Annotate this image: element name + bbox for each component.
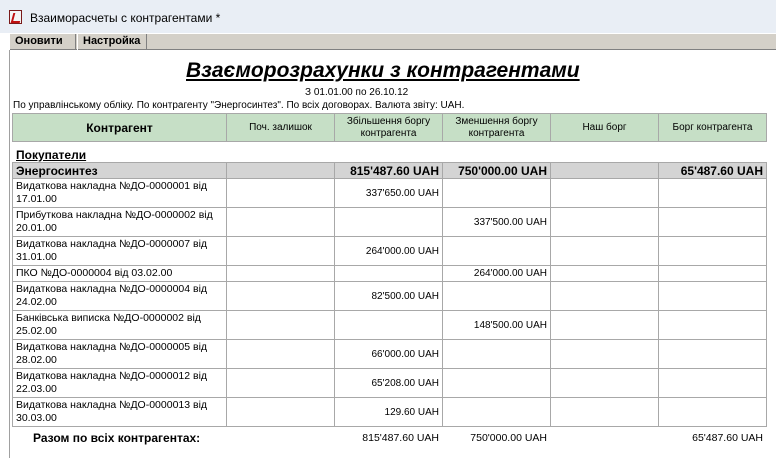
settlements-table: Контрагент Поч. залишок Збільшення боргу… — [12, 113, 767, 449]
table-row[interactable]: ПКО №ДО-0000004 від 03.02.00 264'000.00 … — [12, 265, 767, 282]
doc-increase: 66'000.00 UAH — [334, 339, 443, 369]
report-toolbar: Оновити Настройка — [9, 33, 776, 50]
total-cp-debt: 65'487.60 UAH — [692, 431, 763, 444]
report-title: Взаєморозрахунки з контрагентами — [186, 59, 580, 82]
doc-name: Видаткова накладна №ДО-0000007 від 31.01… — [12, 236, 227, 266]
doc-increase — [334, 207, 443, 237]
window-title: Взаиморасчеты с контрагентами * — [30, 11, 221, 25]
table-row[interactable]: Видаткова накладна №ДО-0000001 від 17.01… — [12, 178, 767, 208]
doc-decrease: 264'000.00 UAH — [442, 265, 551, 282]
counterparty-group-row[interactable]: Энергосинтез 815'487.60 UAH 750'000.00 U… — [12, 162, 767, 179]
doc-name: Прибуткова накладна №ДО-0000002 від 20.0… — [12, 207, 227, 237]
table-row[interactable]: Банківська виписка №ДО-0000002 від 25.02… — [12, 310, 767, 340]
group-decrease: 750'000.00 UAH — [442, 162, 551, 179]
group-cp-debt: 65'487.60 UAH — [658, 162, 767, 179]
doc-increase — [334, 310, 443, 340]
doc-increase — [334, 265, 443, 282]
doc-decrease — [442, 339, 551, 369]
table-row[interactable]: Прибуткова накладна №ДО-0000002 від 20.0… — [12, 207, 767, 237]
doc-name: Видаткова накладна №ДО-0000001 від 17.01… — [12, 178, 227, 208]
doc-increase: 264'000.00 UAH — [334, 236, 443, 266]
group-increase: 815'487.60 UAH — [334, 162, 443, 179]
total-decrease: 750'000.00 UAH — [470, 431, 547, 444]
section-row: Покупатели — [12, 141, 767, 163]
doc-decrease — [442, 281, 551, 311]
doc-increase: 65'208.00 UAH — [334, 368, 443, 398]
doc-decrease — [442, 236, 551, 266]
table-row[interactable]: Видаткова накладна №ДО-0000007 від 31.01… — [12, 236, 767, 266]
doc-name: Видаткова накладна №ДО-0000013 від 30.03… — [12, 397, 227, 427]
doc-decrease — [442, 368, 551, 398]
total-row: Разом по всіх контрагентах: 815'487.60 U… — [13, 427, 767, 449]
total-label: Разом по всіх контрагентах: — [33, 430, 201, 445]
doc-increase: 337'650.00 UAH — [334, 178, 443, 208]
doc-increase: 82'500.00 UAH — [334, 281, 443, 311]
doc-decrease — [442, 397, 551, 427]
report-params: По управлінському обліку. По контрагенту… — [13, 100, 465, 111]
doc-name: Банківська виписка №ДО-0000002 від 25.02… — [12, 310, 227, 340]
doc-increase: 129.60 UAH — [334, 397, 443, 427]
table-row[interactable]: Видаткова накладна №ДО-0000005 від 28.02… — [12, 339, 767, 369]
app-icon — [9, 10, 22, 24]
table-row[interactable]: Видаткова накладна №ДО-0000012 від 22.03… — [12, 368, 767, 398]
settings-button[interactable]: Настройка — [77, 34, 147, 50]
doc-name: Видаткова накладна №ДО-0000005 від 28.02… — [12, 339, 227, 369]
table-row[interactable]: Видаткова накладна №ДО-0000013 від 30.03… — [12, 397, 767, 427]
report-period: З 01.01.00 по 26.10.12 — [305, 87, 409, 98]
col-our-debt[interactable]: Наш борг — [550, 113, 659, 142]
col-opening-balance[interactable]: Поч. залишок — [226, 113, 335, 142]
section-label: Покупатели — [12, 141, 767, 163]
report-area: Взаєморозрахунки з контрагентами З 01.01… — [9, 50, 776, 458]
table-row[interactable]: Видаткова накладна №ДО-0000004 від 24.02… — [12, 281, 767, 311]
group-our-debt — [550, 162, 659, 179]
doc-decrease: 337'500.00 UAH — [442, 207, 551, 237]
doc-name: Видаткова накладна №ДО-0000004 від 24.02… — [12, 281, 227, 311]
doc-decrease: 148'500.00 UAH — [442, 310, 551, 340]
window-titlebar: Взаиморасчеты с контрагентами * — [0, 0, 776, 33]
group-opening — [226, 162, 335, 179]
col-debt-increase[interactable]: Збільшення боргу контрагента — [334, 113, 443, 142]
doc-decrease — [442, 178, 551, 208]
col-debt-decrease[interactable]: Зменшення боргу контрагента — [442, 113, 551, 142]
table-header-row: Контрагент Поч. залишок Збільшення боргу… — [12, 113, 767, 142]
group-name: Энергосинтез — [12, 162, 227, 179]
doc-name: Видаткова накладна №ДО-0000012 від 22.03… — [12, 368, 227, 398]
col-counterparty[interactable]: Контрагент — [12, 113, 227, 142]
col-counterparty-debt[interactable]: Борг контрагента — [658, 113, 767, 142]
generate-button[interactable]: Оновити — [9, 34, 76, 50]
doc-name: ПКО №ДО-0000004 від 03.02.00 — [12, 265, 227, 282]
total-increase: 815'487.60 UAH — [362, 431, 439, 444]
